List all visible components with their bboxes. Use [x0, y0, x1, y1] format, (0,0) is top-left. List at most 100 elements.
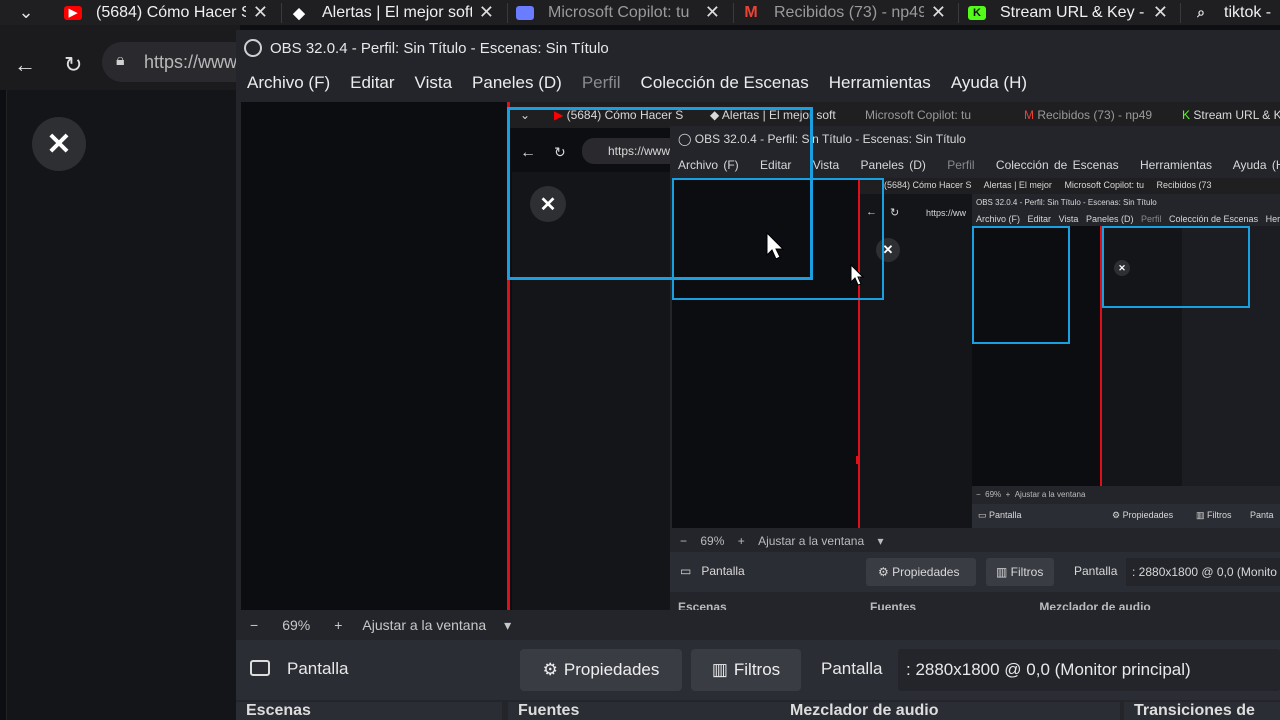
- menu-herramientas[interactable]: Herramientas: [829, 73, 931, 93]
- nested2-obs-menu: Archivo (F) Editar Vista Paneles (D) Per…: [976, 214, 1280, 224]
- nested2-zoom: 69%: [985, 490, 1002, 499]
- properties-button[interactable]: ⚙ Propiedades: [520, 649, 682, 691]
- zoom-in-button[interactable]: +: [334, 617, 342, 633]
- nested-tab-title: Microsoft Copilot: tu: [865, 108, 972, 122]
- tab-close-icon[interactable]: ✕: [1153, 2, 1168, 23]
- properties-label: Propiedades: [563, 660, 660, 679]
- browser-tab-youtube[interactable]: ▶ (5684) Cómo Hacer S ✕: [64, 0, 274, 25]
- address-url: https://www: [144, 52, 238, 72]
- nested-source-name: Pantalla: [701, 564, 745, 578]
- browser-tab-kick[interactable]: K Stream URL & Key - K ✕: [968, 0, 1174, 25]
- nested2-menu-item: Colección de Escenas: [1169, 214, 1259, 224]
- menu-vista[interactable]: Vista: [415, 73, 453, 93]
- nested-source-bar: ▭ Pantalla ⚙ Propiedades ▥ Filtros Panta…: [670, 552, 1280, 592]
- zoom-out-button[interactable]: −: [250, 617, 258, 633]
- nested-capture-3: ✕: [1102, 226, 1280, 486]
- obs-menubar: Archivo (F) Editar Vista Paneles (D) Per…: [236, 66, 1280, 100]
- browser-tab-alertas[interactable]: ◆ Alertas | El mejor soft ✕: [290, 0, 500, 25]
- browser-tab-copilot[interactable]: Microsoft Copilot: tu ✕: [516, 0, 726, 25]
- nested-cursor-icon: [850, 264, 864, 286]
- nested-tab: Microsoft Copilot: tu: [865, 108, 971, 122]
- browser-tab-gmail[interactable]: M Recibidos (73) - np49 ✕: [742, 0, 952, 25]
- nested2-menu-item: Vista: [1058, 214, 1079, 224]
- obs-logo-icon: [244, 39, 262, 57]
- nested2-tab: Microsoft Copilot: tu: [1064, 180, 1144, 190]
- window-title: OBS 32.0.4 - Perfil: Sin Título - Escena…: [270, 39, 609, 57]
- nested2-tabs: (5684) Cómo Hacer S Alertas | El mejor M…: [884, 180, 1212, 190]
- menu-ayuda[interactable]: Ayuda (H): [951, 73, 1027, 93]
- nested2-tab: Alertas | El mejor: [983, 180, 1052, 190]
- youtube-icon: ▶: [64, 5, 82, 20]
- nested-fit: Ajustar a la ventana: [758, 534, 865, 548]
- nested-tab-title: Recibidos (73) - np49: [1037, 108, 1153, 122]
- kick-icon: K: [968, 5, 986, 20]
- nested2-label: Panta: [1250, 510, 1274, 520]
- chevron-down-icon[interactable]: ▾: [504, 617, 511, 634]
- reload-icon[interactable]: ↻: [64, 52, 82, 78]
- menu-perfil[interactable]: Perfil: [582, 73, 621, 93]
- obs-titlebar: OBS 32.0.4 - Perfil: Sin Título - Escena…: [236, 30, 1280, 66]
- tab-separator: [281, 3, 282, 23]
- nested-value-box: : 2880x1800 @ 0,0 (Monito: [1126, 558, 1280, 586]
- obs-preview[interactable]: ⌄ ▶ (5684) Cómo Hacer S ◆ Alertas | El m…: [241, 102, 1280, 614]
- nested-menu-item: Paneles (D): [860, 158, 926, 172]
- browser-tab-search[interactable]: ⌕ tiktok -: [1192, 0, 1280, 25]
- nested-menu-item: Vista: [812, 158, 840, 172]
- nested2-url: https://ww: [926, 208, 967, 218]
- nested2-properties: ⚙ Propiedades: [1112, 510, 1174, 520]
- filters-label: Filtros: [733, 660, 781, 679]
- nested-zoom-value: 69%: [700, 534, 725, 548]
- tab-separator: [507, 3, 508, 23]
- nested2-menu-item: Archivo (F): [976, 214, 1021, 224]
- dock-audio-mixer: Mezclador de audio: [780, 702, 1120, 720]
- display-select[interactable]: : 2880x1800 @ 0,0 (Monitor principal): [898, 649, 1280, 691]
- tab-title: Microsoft Copilot: tu: [548, 3, 690, 21]
- source-toolbar: Pantalla ⚙ Propiedades ▥ Filtros Pantall…: [236, 640, 1280, 700]
- nested2-fit: Ajustar a la ventana: [1014, 490, 1086, 499]
- tab-list-chevron-icon[interactable]: ⌄: [0, 0, 52, 25]
- nested2-menu-item: Herra: [1265, 214, 1280, 224]
- cursor-icon: [766, 232, 784, 260]
- nested2-selection: [972, 226, 1070, 344]
- nested2-source-bar: ▭ Pantalla ⚙ Propiedades ▥ Filtros Panta: [972, 504, 1280, 528]
- nested2-menu-item: Perfil: [1140, 214, 1162, 224]
- dock-transitions: Transiciones de: [1124, 702, 1280, 720]
- nested2-filters-label: Filtros: [1207, 510, 1232, 520]
- lock-icon: 🔒︎: [116, 52, 125, 69]
- tab-close-icon[interactable]: ✕: [479, 2, 494, 23]
- dock-sources: Fuentes: [508, 702, 780, 720]
- menu-editar[interactable]: Editar: [350, 73, 394, 93]
- filters-button[interactable]: ▥ Filtros: [691, 649, 801, 691]
- dock-title: Fuentes: [518, 702, 580, 719]
- nested2-obs-preview: ✕: [972, 226, 1280, 486]
- gear-icon: ⚙: [542, 660, 558, 679]
- nested2-source: ▭ Pantalla: [978, 510, 1022, 520]
- nested2-obs-title: OBS 32.0.4 - Perfil: Sin Título - Escena…: [976, 198, 1157, 207]
- tab-title: Recibidos (73) - np49: [774, 3, 924, 21]
- nested-filters-button: ▥ Filtros: [986, 558, 1054, 586]
- nested2-filters: ▥ Filtros: [1196, 510, 1232, 520]
- close-icon[interactable]: ✕: [32, 117, 86, 171]
- tab-close-icon[interactable]: ✕: [705, 2, 720, 23]
- nested2-zoombar: − 69% + Ajustar a la ventana: [976, 490, 1086, 499]
- source-name: Pantalla: [287, 659, 349, 678]
- menu-paneles[interactable]: Paneles (D): [472, 73, 562, 93]
- nested2-menu-item: Paneles (D): [1085, 214, 1134, 224]
- fit-to-window-label[interactable]: Ajustar a la ventana: [362, 617, 486, 633]
- menu-archivo[interactable]: Archivo (F): [247, 73, 330, 93]
- dock-title: Transiciones de: [1134, 702, 1255, 719]
- nested2-tab: Recibidos (73: [1156, 180, 1212, 190]
- monitor-icon: [250, 660, 270, 676]
- back-arrow-icon[interactable]: ←: [14, 52, 36, 78]
- nested-value: : 2880x1800 @ 0,0 (Monito: [1132, 565, 1277, 579]
- browser-tab-bar: ⌄ ▶ (5684) Cómo Hacer S ✕ ◆ Alertas | El…: [0, 0, 1280, 25]
- nested-tab: M Recibidos (73) - np49: [1024, 108, 1153, 122]
- menu-coleccion-escenas[interactable]: Colección de Escenas: [641, 73, 809, 93]
- streamelements-icon: ◆: [293, 4, 305, 22]
- tab-close-icon[interactable]: ✕: [931, 2, 946, 23]
- nested-zoombar: − 69% + Ajustar a la ventana ▾: [680, 534, 884, 548]
- tab-close-icon[interactable]: ✕: [253, 2, 268, 23]
- nested2-source-name: Pantalla: [989, 510, 1022, 520]
- nested2-tab: (5684) Cómo Hacer S: [884, 180, 972, 190]
- dock-headers: Escenas Fuentes Mezclador de audio Trans…: [236, 702, 1280, 720]
